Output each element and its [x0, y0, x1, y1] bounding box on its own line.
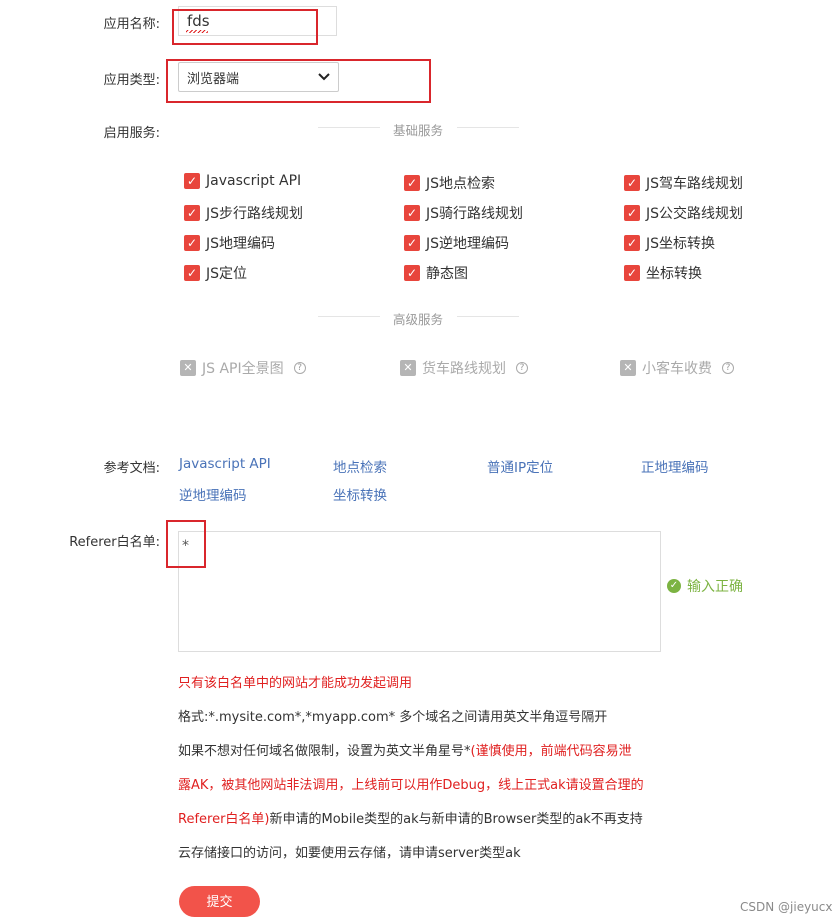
x-icon: ✕ — [620, 360, 636, 376]
referer-status-text: 输入正确 — [687, 579, 743, 595]
advanced-services-title: 高级服务 — [392, 312, 443, 327]
advanced-service-checkbox: ✕ 小客车收费? — [620, 358, 734, 378]
check-icon: ✓ — [624, 235, 640, 251]
service-checkbox[interactable]: ✓ JS定位 — [184, 263, 247, 283]
check-icon: ✓ — [624, 265, 640, 281]
advanced-service-checkbox: ✕ JS API全景图? — [180, 358, 306, 378]
doc-link[interactable]: Javascript API — [179, 456, 271, 472]
doc-link[interactable]: 普通IP定位 — [487, 456, 553, 476]
x-icon: ✕ — [400, 360, 416, 376]
doc-link[interactable]: 地点检索 — [333, 456, 387, 476]
doc-link[interactable]: 正地理编码 — [641, 456, 709, 476]
service-checkbox[interactable]: ✓ Javascript API — [184, 173, 301, 189]
divider-line — [457, 127, 519, 128]
doc-link[interactable]: 坐标转换 — [333, 484, 387, 504]
spellcheck-underline — [186, 30, 208, 33]
referer-textarea[interactable]: * — [178, 531, 661, 652]
service-checkbox[interactable]: ✓ JS驾车路线规划 — [624, 173, 743, 193]
check-icon: ✓ — [624, 175, 640, 191]
check-icon: ✓ — [184, 235, 200, 251]
app-type-label: 应用类型: — [103, 73, 160, 88]
check-icon: ✓ — [404, 265, 420, 281]
check-icon: ✓ — [184, 173, 200, 189]
service-checkbox[interactable]: ✓ JS骑行路线规划 — [404, 203, 523, 223]
referer-status: ✓ 输入正确 — [667, 576, 743, 596]
app-type-select[interactable]: 浏览器端 — [178, 62, 339, 92]
check-circle-icon: ✓ — [667, 579, 681, 593]
check-icon: ✓ — [184, 265, 200, 281]
x-icon: ✕ — [180, 360, 196, 376]
watermark: CSDN @jieyucx — [740, 900, 833, 914]
divider-line — [457, 316, 519, 317]
chevron-down-icon — [318, 73, 330, 81]
check-icon: ✓ — [404, 175, 420, 191]
service-checkbox[interactable]: ✓ JS地点检索 — [404, 173, 495, 193]
note-line: Referer白名单)新申请的Mobile类型的ak与新申请的Browser类型… — [178, 812, 643, 827]
advanced-service-checkbox: ✕ 货车路线规划? — [400, 358, 528, 378]
check-icon: ✓ — [404, 205, 420, 221]
basic-services-title: 基础服务 — [392, 123, 443, 138]
app-name-label: 应用名称: — [103, 17, 160, 32]
note-line: 如果不想对任何域名做限制，设置为英文半角星号*(谨慎使用，前端代码容易泄 — [178, 744, 632, 759]
docs-label: 参考文档: — [103, 461, 160, 476]
app-type-value: 浏览器端 — [187, 71, 240, 87]
note-line: 格式:*.mysite.com*,*myapp.com* 多个域名之间请用英文半… — [178, 710, 608, 725]
doc-link[interactable]: 逆地理编码 — [179, 484, 247, 504]
service-checkbox[interactable]: ✓ 坐标转换 — [624, 263, 702, 283]
note-line: 云存储接口的访问，如要使用云存储，请申请server类型ak — [178, 846, 521, 861]
service-checkbox[interactable]: ✓ JS公交路线规划 — [624, 203, 743, 223]
submit-button[interactable]: 提交 — [179, 886, 260, 917]
check-icon: ✓ — [184, 205, 200, 221]
service-checkbox[interactable]: ✓ JS坐标转换 — [624, 233, 715, 253]
referer-value: * — [182, 538, 189, 554]
service-checkbox[interactable]: ✓ JS逆地理编码 — [404, 233, 509, 253]
question-icon[interactable]: ? — [516, 362, 528, 374]
question-icon[interactable]: ? — [293, 362, 306, 374]
note-line: 露AK，被其他网站非法调用，上线前可以用作Debug，线上正式ak请设置合理的 — [178, 778, 644, 793]
check-icon: ✓ — [404, 235, 420, 251]
service-checkbox[interactable]: ✓ 静态图 — [404, 263, 468, 283]
service-checkbox[interactable]: ✓ JS地理编码 — [184, 233, 275, 253]
services-label: 启用服务: — [103, 126, 160, 141]
referer-label: Referer白名单: — [69, 535, 160, 550]
check-icon: ✓ — [624, 205, 640, 221]
question-icon[interactable]: ? — [722, 362, 734, 374]
service-checkbox[interactable]: ✓ JS步行路线规划 — [184, 203, 303, 223]
note-line: 只有该白名单中的网站才能成功发起调用 — [178, 676, 413, 691]
